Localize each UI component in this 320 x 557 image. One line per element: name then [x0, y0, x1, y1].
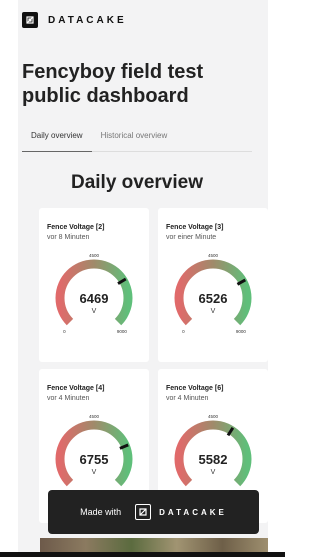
- page: DATACAKE Fencyboy field test public dash…: [0, 0, 285, 557]
- gauge-mid-label: 4500: [208, 254, 219, 258]
- badge-brand-name: DATACAKE: [159, 507, 227, 517]
- gauge-max-label: 9000: [236, 329, 247, 334]
- gauge-chart: 0 4500 9000 6526 V: [174, 254, 252, 334]
- gauge-card: Fence Voltage [3] vor einer Minute 0 4500…: [158, 208, 268, 362]
- gauge-value: 5582: [199, 452, 228, 467]
- gauge-title: Fence Voltage [4]: [47, 385, 105, 392]
- gauge-chart: 0 4500 9000 6469 V: [55, 254, 133, 334]
- gauge-unit: V: [211, 308, 216, 315]
- gauge-mid-label: 4500: [89, 415, 100, 419]
- gauge-unit: V: [92, 469, 97, 476]
- made-with-label: Made with: [80, 507, 122, 517]
- system-nav-bar: [0, 552, 285, 557]
- gauge-title: Fence Voltage [3]: [166, 224, 224, 231]
- gauge-unit: V: [211, 469, 216, 476]
- gauge-mid-label: 4500: [89, 254, 100, 258]
- gauge-value: 6755: [80, 452, 109, 467]
- page-title: Fencyboy field test public dashboard: [22, 61, 204, 107]
- gauge-subtitle: vor einer Minute: [166, 234, 217, 241]
- gauge-mid-label: 4500: [208, 415, 219, 419]
- gauge-title: Fence Voltage [2]: [47, 224, 105, 231]
- gauge-subtitle: vor 4 Minuten: [166, 395, 209, 402]
- tab-daily-overview[interactable]: Daily overview: [22, 128, 92, 152]
- gauge-min-label: 0: [63, 329, 66, 334]
- gauge-unit: V: [92, 308, 97, 315]
- tab-bar: Daily overview Historical overview: [22, 128, 252, 152]
- gauge-min-label: 0: [182, 329, 185, 334]
- datacake-logo-icon: [135, 504, 152, 520]
- datacake-logo-icon: [22, 12, 38, 28]
- tab-historical-overview[interactable]: Historical overview: [92, 128, 177, 151]
- gauge-value: 6469: [80, 291, 109, 306]
- gauge-subtitle: vor 8 Minuten: [47, 234, 90, 241]
- brand-name: DATACAKE: [48, 14, 127, 26]
- made-with-badge[interactable]: Made with DATACAKE: [48, 490, 259, 534]
- brand-header[interactable]: DATACAKE: [22, 12, 127, 28]
- gauge-subtitle: vor 4 Minuten: [47, 395, 90, 402]
- gauge-max-label: 9000: [117, 329, 128, 334]
- gauge-title: Fence Voltage [6]: [166, 385, 224, 392]
- section-title: Daily overview: [70, 172, 204, 193]
- gauge-value: 6526: [199, 291, 228, 306]
- gauge-card: Fence Voltage [2] vor 8 Minuten 0 4500 900…: [39, 208, 149, 362]
